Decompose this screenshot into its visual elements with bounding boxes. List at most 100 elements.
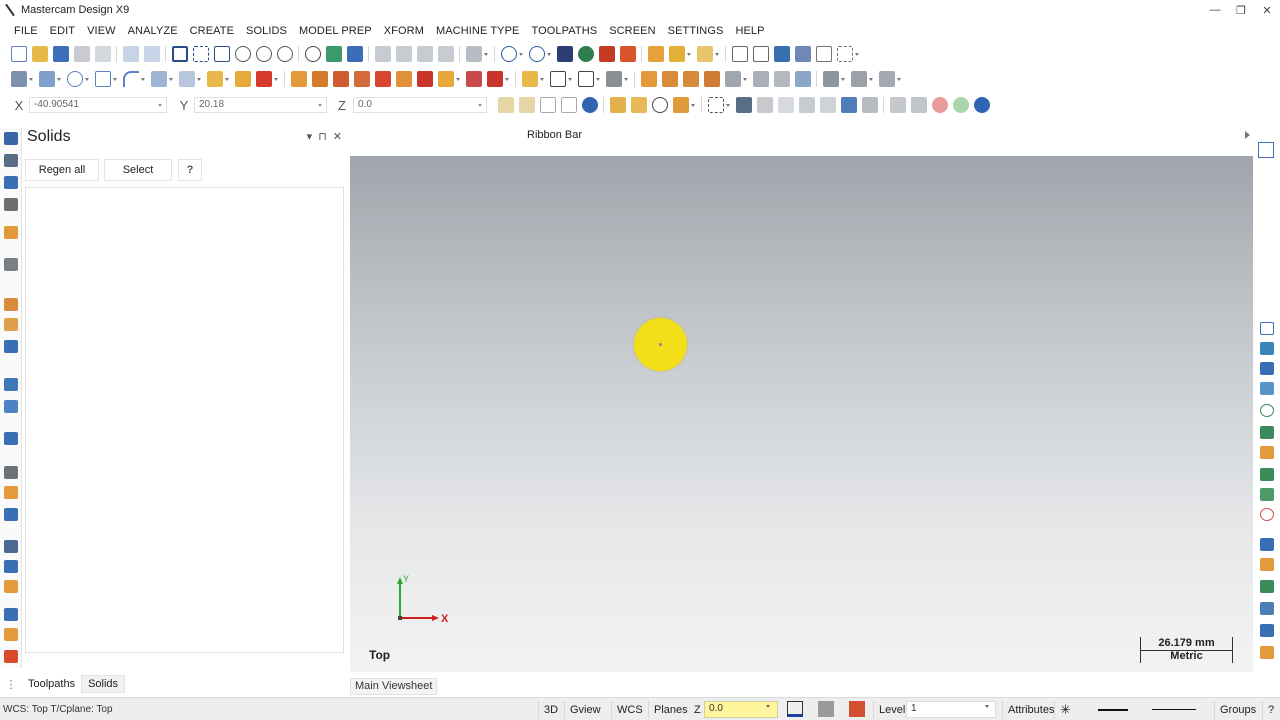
clear-colors-icon[interactable] <box>668 46 685 62</box>
menu-edit[interactable]: EDIT <box>44 25 81 37</box>
solid-move-icon[interactable] <box>4 378 18 391</box>
regen-all-button[interactable]: Regen all <box>25 159 99 181</box>
color-icon[interactable] <box>787 701 803 717</box>
menu-file[interactable]: FILE <box>8 25 44 37</box>
zoom-target-icon[interactable] <box>213 46 230 62</box>
print-icon[interactable] <box>73 46 90 62</box>
status-help-button[interactable]: ? <box>1262 701 1279 719</box>
hand-icon[interactable] <box>756 97 773 113</box>
extrude-icon[interactable] <box>206 71 223 87</box>
solid-table-icon[interactable] <box>4 508 18 521</box>
menu-settings[interactable]: SETTINGS <box>662 25 730 37</box>
dimension-icon[interactable] <box>521 71 538 87</box>
right-spline-icon[interactable] <box>1260 446 1274 459</box>
translate-icon[interactable] <box>290 71 307 87</box>
cube-top-icon[interactable] <box>374 46 391 62</box>
cplane-icon[interactable] <box>465 46 482 62</box>
draft-icon[interactable] <box>4 340 18 353</box>
solid-split-icon[interactable] <box>4 580 18 593</box>
stretch-icon[interactable] <box>395 71 412 87</box>
menu-help[interactable]: HELP <box>729 25 770 37</box>
scale-icon[interactable] <box>353 71 370 87</box>
solid-loft-icon[interactable] <box>724 71 741 87</box>
edge-select-icon[interactable] <box>819 97 836 113</box>
shaded-outline-icon[interactable] <box>598 46 615 62</box>
planes-button[interactable]: Planes <box>648 701 693 719</box>
menu-machine-type[interactable]: MACHINE TYPE <box>430 25 526 37</box>
solid-shell-icon[interactable] <box>4 486 18 499</box>
right-delete-icon[interactable] <box>1260 508 1274 521</box>
new-file-icon[interactable] <box>10 46 27 62</box>
save-icon[interactable] <box>52 46 69 62</box>
right-analyze-icon[interactable] <box>1260 646 1274 659</box>
pencil-icon[interactable] <box>647 46 664 62</box>
face-select-icon[interactable] <box>798 97 815 113</box>
rectangle-icon[interactable] <box>94 71 111 87</box>
line-icon[interactable] <box>38 71 55 87</box>
redo-icon[interactable] <box>143 46 160 62</box>
drag-icon[interactable] <box>416 71 433 87</box>
cursor-icon[interactable] <box>539 97 556 113</box>
project-icon[interactable] <box>486 71 503 87</box>
print-preview-icon[interactable] <box>94 46 111 62</box>
levels-icon[interactable] <box>4 198 18 211</box>
solid-remove-icon[interactable] <box>4 628 18 641</box>
translucency-icon[interactable] <box>619 46 636 62</box>
line-width-icon[interactable] <box>1152 709 1196 710</box>
globe-icon[interactable] <box>500 46 517 62</box>
sphere-icon[interactable] <box>528 46 545 62</box>
surface-fillet-icon[interactable] <box>850 71 867 87</box>
statistics-icon[interactable] <box>773 46 790 62</box>
shaded-icon[interactable] <box>577 46 594 62</box>
fillet-icon[interactable] <box>178 71 195 87</box>
help-circle-icon[interactable] <box>973 97 990 113</box>
boolean-icon[interactable] <box>752 71 769 87</box>
brush-icon[interactable] <box>696 46 713 62</box>
operations-icon[interactable] <box>4 154 18 167</box>
body-select-icon[interactable] <box>840 97 857 113</box>
horizontal-dim-icon[interactable] <box>549 71 566 87</box>
unzoom-icon[interactable] <box>276 46 293 62</box>
tab-solids[interactable]: Solids <box>81 675 126 693</box>
right-xform-icon[interactable] <box>1260 624 1274 637</box>
select-button[interactable]: Select <box>104 159 172 181</box>
selection-box-icon[interactable] <box>707 97 724 113</box>
z-depth-dropdown-icon[interactable] <box>766 705 770 708</box>
z-depth-field[interactable]: 0.0 <box>704 701 778 718</box>
select-only-icon[interactable] <box>630 97 647 113</box>
cube-right-icon[interactable] <box>416 46 433 62</box>
right-dim-icon[interactable] <box>1260 322 1274 335</box>
zoom-window-icon[interactable] <box>192 46 209 62</box>
solid-select-icon[interactable] <box>777 97 794 113</box>
right-trim-icon[interactable] <box>1260 538 1274 551</box>
box-icon[interactable] <box>4 226 18 239</box>
line-style-icon[interactable] <box>1098 709 1128 711</box>
groups-button[interactable]: Groups <box>1214 701 1261 719</box>
level-field[interactable]: 1 <box>906 701 996 718</box>
arrow-select-icon[interactable] <box>735 97 752 113</box>
shell-icon[interactable] <box>773 71 790 87</box>
menu-view[interactable]: VIEW <box>81 25 122 37</box>
menu-xform[interactable]: XFORM <box>378 25 430 37</box>
circle-icon[interactable] <box>66 71 83 87</box>
screen-icon[interactable] <box>794 46 811 62</box>
solid-copy-icon[interactable] <box>4 400 18 413</box>
solid-layout-icon[interactable] <box>4 540 18 553</box>
menu-create[interactable]: CREATE <box>184 25 240 37</box>
menu-solids[interactable]: SOLIDS <box>240 25 293 37</box>
right-line-icon[interactable] <box>1260 382 1274 395</box>
attributes-button[interactable]: Attributes <box>1002 701 1059 719</box>
distance-icon[interactable] <box>752 46 769 62</box>
right-break-icon[interactable] <box>1260 558 1274 571</box>
ribbon-expand-icon[interactable] <box>1245 131 1250 139</box>
offset-icon[interactable] <box>374 71 391 87</box>
window-select-icon[interactable] <box>672 97 689 113</box>
wireframe-icon[interactable] <box>556 46 573 62</box>
fit-icon[interactable] <box>171 46 188 62</box>
rotate-xform-icon[interactable] <box>311 71 328 87</box>
trim-icon[interactable] <box>234 71 251 87</box>
cancel-icon[interactable] <box>931 97 948 113</box>
surface-color-icon[interactable] <box>849 701 865 717</box>
main-viewsheet-tab[interactable]: Main Viewsheet <box>350 678 438 695</box>
select-all-icon[interactable] <box>609 97 626 113</box>
